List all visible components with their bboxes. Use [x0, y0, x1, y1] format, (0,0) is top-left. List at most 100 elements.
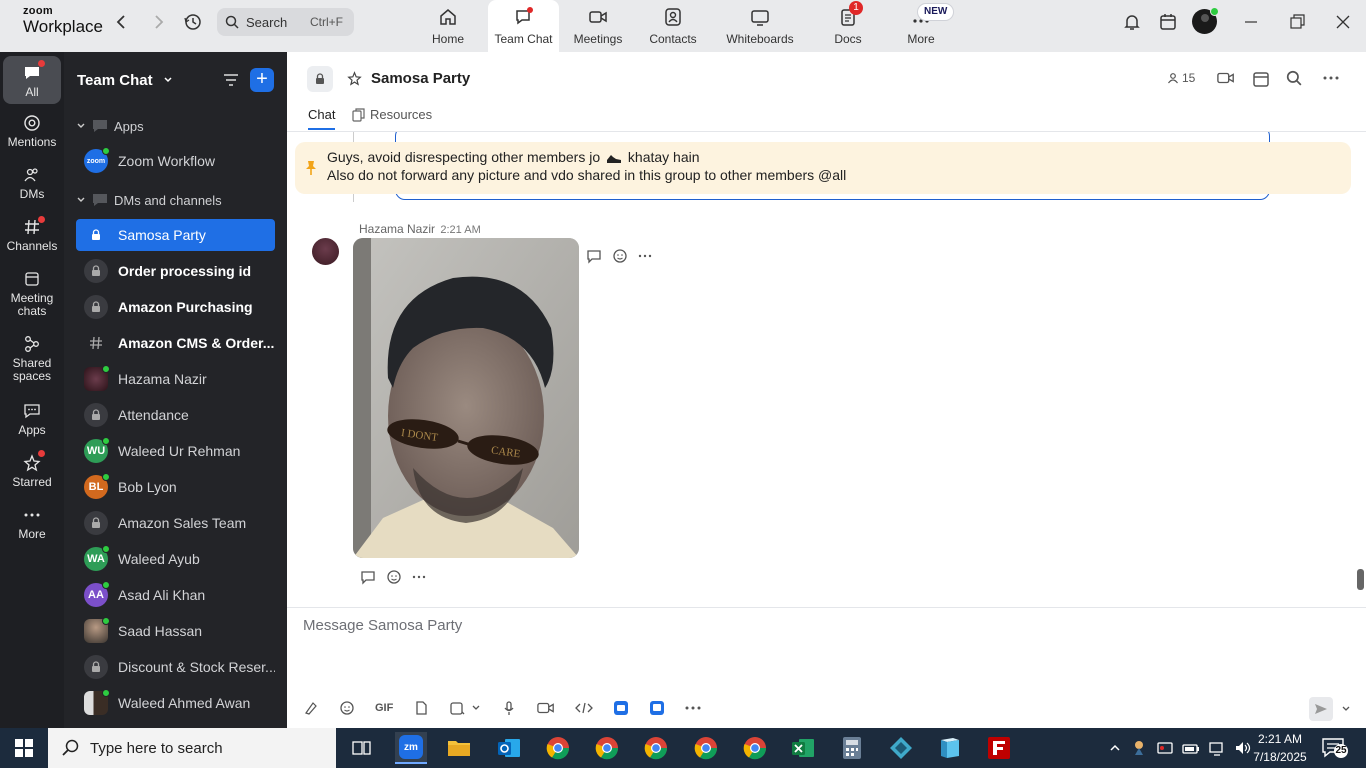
sidebar-title-dropdown[interactable]: Team Chat — [77, 72, 173, 89]
channel-item-amazon-cms[interactable]: Amazon CMS & Order... — [76, 327, 275, 359]
app-item-zoom-workflow[interactable]: zoom Zoom Workflow — [76, 145, 275, 177]
rail-more[interactable]: More — [0, 506, 64, 541]
more-actions-icon[interactable] — [638, 249, 652, 263]
format-text-icon[interactable] — [303, 700, 319, 716]
video-message-icon[interactable] — [537, 700, 555, 716]
rail-all[interactable]: All — [3, 56, 61, 104]
minimize-icon[interactable] — [1241, 12, 1261, 32]
schedule-calendar-icon[interactable] — [1252, 70, 1270, 88]
tab-team-chat[interactable]: Team Chat — [488, 0, 559, 52]
restore-icon[interactable] — [1287, 12, 1307, 32]
scroll-thumb[interactable] — [1357, 569, 1364, 590]
app-book-icon[interactable] — [934, 732, 966, 764]
members-button[interactable]: 15 — [1167, 71, 1195, 85]
app-blue-icon-1[interactable] — [613, 700, 629, 716]
rail-mentions[interactable]: Mentions — [0, 114, 64, 149]
more-composer-icon[interactable] — [685, 701, 701, 715]
chrome-icon-1[interactable] — [542, 732, 574, 764]
dm-item-waleed-ayub[interactable]: WA Waleed Ayub — [76, 543, 275, 575]
back-arrow-icon[interactable] — [112, 12, 132, 32]
channel-item-samosa-party[interactable]: Samosa Party — [76, 219, 275, 251]
filezilla-icon[interactable] — [983, 732, 1015, 764]
rail-channels[interactable]: Channels — [0, 218, 64, 253]
tab-resources[interactable]: Resources — [352, 107, 432, 128]
tab-docs[interactable]: Docs — [822, 0, 874, 52]
more-options-icon[interactable] — [1322, 70, 1340, 86]
dm-item-saad-hassan[interactable]: Saad Hassan — [76, 615, 275, 647]
excel-icon[interactable] — [787, 732, 819, 764]
shared-photo[interactable]: I DONT CARE — [353, 238, 579, 558]
channel-item-order-processing-id[interactable]: Order processing id — [76, 255, 275, 287]
channel-item-discount-stock[interactable]: Discount & Stock Reser... — [76, 651, 275, 683]
user-avatar[interactable] — [1192, 7, 1219, 34]
windows-start-icon[interactable] — [15, 739, 33, 757]
taskbar-search[interactable]: Type here to search — [48, 728, 336, 768]
rail-starred[interactable]: Starred — [0, 454, 64, 489]
history-icon[interactable] — [183, 12, 203, 32]
forward-arrow-icon[interactable] — [148, 12, 168, 32]
app-blue-icon-2[interactable] — [649, 700, 665, 716]
notifications-bell-icon[interactable] — [1122, 12, 1142, 32]
section-apps[interactable]: Apps — [76, 118, 144, 134]
tab-whiteboards[interactable]: Whiteboards — [722, 0, 798, 52]
outlook-icon[interactable] — [493, 732, 525, 764]
send-options-chevron-icon[interactable] — [1341, 704, 1351, 714]
calendar-icon[interactable] — [1158, 12, 1178, 32]
add-reaction-icon[interactable] — [612, 248, 628, 264]
dm-item-bob-lyon[interactable]: BL Bob Lyon — [76, 471, 275, 503]
dm-item-waleed-ahmed-awan[interactable]: Waleed Ahmed Awan — [76, 687, 275, 719]
file-explorer-icon[interactable] — [443, 732, 475, 764]
screenshot-dropdown-icon[interactable] — [471, 703, 481, 713]
rail-dms[interactable]: DMs — [0, 166, 64, 201]
rail-meeting-chats[interactable]: Meeting chats — [0, 270, 64, 318]
battery-icon[interactable] — [1182, 739, 1200, 757]
message-scrollbar[interactable] — [1355, 132, 1364, 607]
channel-item-attendance[interactable]: Attendance — [76, 399, 275, 431]
favorite-star-icon[interactable] — [347, 71, 362, 86]
dm-item-waleed-ur-rehman[interactable]: WU Waleed Ur Rehman — [76, 435, 275, 467]
filter-icon[interactable] — [222, 71, 240, 89]
search-in-chat-icon[interactable] — [1286, 70, 1302, 86]
pinned-message-banner[interactable]: Guys, avoid disrespecting other members … — [295, 142, 1351, 194]
chrome-icon-2[interactable] — [591, 732, 623, 764]
emoji-icon[interactable] — [339, 700, 355, 716]
tab-contacts[interactable]: Contacts — [643, 0, 703, 52]
app-diamond-icon[interactable] — [885, 732, 917, 764]
system-clock[interactable]: 2:21 AM 7/18/2025 — [1250, 730, 1310, 766]
chrome-icon-5[interactable] — [739, 732, 771, 764]
notification-center-icon[interactable]: 25 — [1322, 738, 1348, 758]
add-reaction-icon[interactable] — [386, 569, 402, 585]
channel-item-amazon-purchasing[interactable]: Amazon Purchasing — [76, 291, 275, 323]
sender-name[interactable]: Hazama Nazir — [359, 222, 435, 236]
more-actions-icon[interactable] — [412, 570, 426, 584]
search-input[interactable]: Search Ctrl+F — [217, 8, 354, 36]
message-input[interactable]: Message Samosa Party — [303, 617, 462, 634]
calculator-icon[interactable] — [836, 732, 868, 764]
tray-app-icon[interactable] — [1130, 739, 1148, 757]
new-chat-plus-button[interactable]: + — [250, 68, 274, 92]
sender-avatar[interactable] — [312, 238, 339, 265]
channel-item-amazon-sales-team[interactable]: Amazon Sales Team — [76, 507, 275, 539]
tab-home[interactable]: Home — [418, 0, 478, 52]
gif-button[interactable]: GIF — [375, 702, 393, 714]
task-view-icon[interactable] — [346, 732, 378, 764]
rail-shared-spaces[interactable]: Shared spaces — [0, 335, 64, 383]
code-snippet-icon[interactable] — [575, 700, 594, 716]
file-icon[interactable] — [413, 700, 429, 716]
reply-icon[interactable] — [586, 248, 602, 264]
tab-meetings[interactable]: Meetings — [568, 0, 628, 52]
show-hidden-icons-chevron[interactable] — [1108, 741, 1122, 755]
close-icon[interactable] — [1333, 12, 1353, 32]
screenshot-icon[interactable] — [449, 700, 465, 716]
video-call-icon[interactable] — [1217, 70, 1235, 86]
tab-chat[interactable]: Chat — [308, 107, 336, 130]
send-button[interactable] — [1309, 697, 1333, 721]
chrome-icon-4[interactable] — [690, 732, 722, 764]
chrome-icon-3[interactable] — [640, 732, 672, 764]
zoom-taskbar-app[interactable]: zm — [395, 732, 427, 764]
microphone-icon[interactable] — [501, 700, 517, 716]
tray-device-icon[interactable] — [1156, 739, 1174, 757]
network-icon[interactable] — [1208, 739, 1226, 757]
dm-item-hazama-nazir[interactable]: Hazama Nazir — [76, 363, 275, 395]
reply-icon[interactable] — [360, 569, 376, 585]
